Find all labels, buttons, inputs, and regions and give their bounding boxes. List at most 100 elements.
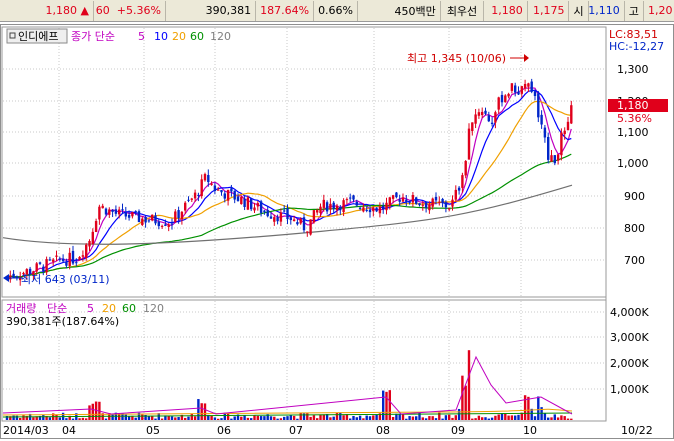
volume-bar [233, 416, 236, 420]
volume-bar [556, 417, 560, 420]
candle-body [382, 205, 385, 210]
volume-bar [454, 415, 457, 420]
ma-label: 종가 단순 [71, 30, 115, 43]
candle-body [415, 197, 418, 204]
volume-bar [246, 417, 250, 420]
volume-bar [279, 418, 283, 420]
volume-bar [111, 414, 114, 420]
candle-body [510, 83, 514, 91]
volume-bar [55, 414, 58, 420]
vol-ma-5-label[interactable]: 5 [87, 302, 94, 315]
candle-body [160, 225, 164, 227]
volume-bar [48, 417, 52, 420]
candle-body [556, 154, 560, 161]
high-annotation: 최고 1,345 (10/06) [407, 52, 506, 65]
volume-bar [154, 418, 157, 420]
volume-bar [210, 415, 213, 420]
x-label-09: 09 [451, 424, 465, 437]
volume-bar [510, 415, 514, 420]
candle-body [193, 192, 197, 199]
candle-body [15, 276, 19, 278]
ma-20-label[interactable]: 20 [172, 30, 186, 43]
x-label-10-22: 10/22 [621, 424, 653, 437]
volume-bar [250, 418, 253, 420]
volume-bar [269, 416, 273, 420]
volume-bar [441, 418, 444, 420]
candle-body [180, 211, 184, 220]
volume-bar [85, 418, 88, 420]
candle-body [408, 201, 411, 203]
candle-body [319, 206, 322, 214]
candle-body [398, 199, 401, 202]
volume-bar [481, 417, 484, 420]
volume-bar [368, 416, 372, 420]
volume-bar [388, 390, 391, 420]
candle-body [504, 95, 507, 103]
ma-120-label[interactable]: 120 [210, 30, 231, 43]
volume-bar [263, 416, 266, 420]
candle-body [563, 130, 566, 135]
candle-body [236, 196, 240, 201]
current-price-marker-label: 1,180 [617, 99, 649, 112]
vol-ma-60-label[interactable]: 60 [122, 302, 136, 315]
high-cell: 1,20 [644, 1, 674, 21]
candle-body [309, 219, 312, 235]
volume-bar [71, 418, 75, 420]
ma-60-label[interactable]: 60 [190, 30, 204, 43]
volume-bar [104, 418, 108, 420]
candle-body [467, 128, 471, 160]
volume-bar [431, 416, 434, 420]
volume-bar [550, 417, 553, 420]
ma-5-label[interactable]: 5 [138, 30, 145, 43]
vol-tick-2000k: 2,000K [610, 357, 649, 370]
volume-bar [296, 418, 299, 420]
volume-bar [352, 415, 355, 420]
volume-bar [563, 416, 566, 420]
candle-body [108, 209, 111, 215]
candle-body [273, 217, 276, 222]
candle-body [418, 203, 421, 206]
price-y-axis: 1,300 1,200 1,100 1,000 900 800 700 [617, 63, 649, 267]
candle-body [517, 91, 520, 95]
x-label-04: 04 [62, 424, 76, 437]
candle-body [71, 250, 75, 264]
candle-body [240, 197, 243, 205]
volume-bar [177, 417, 180, 420]
candle-body [514, 85, 517, 93]
candle-body [226, 189, 230, 201]
volume-bar [309, 416, 312, 420]
candle-body [385, 202, 388, 211]
candle-body [566, 121, 570, 131]
candle-body [91, 231, 94, 245]
volume-bar [471, 418, 474, 420]
y-tick-800: 800 [624, 222, 645, 235]
candle-body [490, 122, 494, 124]
vol-ma-120-label[interactable]: 120 [143, 302, 164, 315]
volume-bar [289, 415, 292, 420]
candle-body [137, 211, 141, 223]
volume-bar [32, 417, 35, 420]
candle-body [111, 209, 114, 212]
candle-body [197, 194, 200, 196]
candle-body [81, 255, 85, 257]
volume-bar [487, 418, 490, 420]
candle-body [141, 218, 144, 226]
open-label: 시 [573, 4, 584, 18]
y-tick-1000: 1,000 [617, 157, 649, 170]
vol-ma-20-label[interactable]: 20 [102, 302, 116, 315]
volume-bar [553, 414, 556, 420]
candle-body [246, 197, 250, 210]
ma-10-label[interactable]: 10 [154, 30, 168, 43]
candle-body [101, 205, 104, 209]
candle-body [487, 115, 490, 122]
open-label-cell: 시 [569, 0, 589, 21]
current-price: 1,180 [45, 4, 77, 17]
candle-body [256, 203, 259, 207]
stock-chart[interactable]: 인디에프 종가 단순 5 10 20 60 120 LC:83,51 HC:-1… [1, 25, 673, 438]
candle-body [527, 83, 530, 87]
candle-body [368, 209, 372, 213]
candle-body [560, 132, 563, 156]
candle-body [164, 224, 167, 226]
volume-current: 390,381주(187.64%) [6, 315, 119, 328]
candle-body [170, 223, 174, 225]
